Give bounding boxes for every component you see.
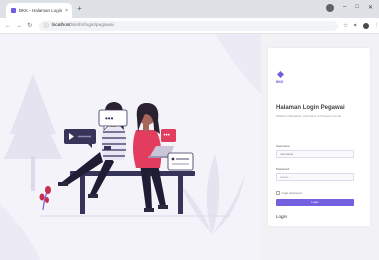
phone (104, 146, 111, 150)
remember-password[interactable]: Ingat password (276, 191, 302, 195)
menu-kebab-icon[interactable]: ⋮ (374, 23, 379, 29)
brand-logo: BKK (276, 70, 286, 84)
login-panel: BKK Halaman Login Pegawai Silahkan Masuk… (261, 34, 379, 260)
red-bubble-text: ••• (164, 133, 170, 139)
browser-tab-bar: BKK - Halaman Login × + – □ ✕ (0, 0, 379, 18)
tab-title: BKK - Halaman Login (19, 8, 63, 13)
window-controls: – □ ✕ (326, 4, 373, 12)
profile-icon[interactable] (326, 4, 334, 12)
url-host: localhost (51, 23, 71, 28)
login-button[interactable]: Login (276, 199, 354, 206)
password-input[interactable] (276, 173, 354, 181)
window-close-button[interactable]: ✕ (368, 4, 373, 12)
login-footer-link[interactable]: Login (276, 214, 287, 219)
toolbar-actions: ☆ ✦ ⋮ (343, 22, 379, 29)
flower-icon (39, 186, 51, 211)
username-input[interactable] (276, 150, 354, 158)
page: ••• ••• BKK Halaman Login Pegawai Silahk… (0, 34, 379, 260)
info-icon[interactable]: ⓘ (44, 22, 49, 29)
bench (70, 171, 195, 214)
url-path: /siinfo/login/pegawai (70, 23, 114, 28)
typing-bubble-text: ••• (105, 114, 114, 123)
new-tab-button[interactable]: + (77, 3, 82, 15)
red-chat-bubble-icon: ••• (161, 129, 176, 142)
corner-decoration-bottom (0, 204, 40, 260)
extensions-icon[interactable]: ✦ (353, 23, 358, 29)
minimize-button[interactable]: – (343, 4, 346, 12)
favicon-icon (11, 8, 16, 13)
message-bubble-icon (167, 152, 194, 171)
login-title: Halaman Login Pegawai (276, 105, 345, 111)
brand-logo-text: BKK (276, 80, 284, 84)
hero-illustration-panel: ••• ••• (0, 34, 261, 260)
reload-icon[interactable]: ↻ (27, 22, 33, 29)
address-bar[interactable]: ⓘ localhost /siinfo/login/pegawai (38, 20, 338, 31)
remember-label: Ingat password (281, 191, 302, 195)
account-avatar[interactable] (362, 22, 369, 29)
login-card: BKK Halaman Login Pegawai Silahkan Masuk… (268, 48, 370, 226)
remember-checkbox[interactable] (276, 191, 280, 195)
password-label: Password (276, 167, 290, 171)
forward-icon[interactable]: → (16, 23, 22, 29)
illustration: ••• ••• (0, 34, 261, 260)
username-label: Username (276, 144, 290, 148)
browser-toolbar: ← → ↻ ⓘ localhost /siinfo/login/pegawai … (0, 18, 379, 34)
video-bubble-icon (64, 129, 96, 148)
login-subtitle: Silahkan Masukkan Username & Password an… (276, 114, 342, 118)
back-icon[interactable]: ← (5, 23, 11, 29)
tab-close-button[interactable]: × (65, 8, 68, 14)
bookmark-star-icon[interactable]: ☆ (343, 23, 348, 29)
brand-logo-icon (276, 70, 285, 79)
corner-decoration (215, 34, 261, 94)
maximize-button[interactable]: □ (355, 4, 359, 12)
tree-icon-left (4, 74, 62, 191)
browser-tab[interactable]: BKK - Halaman Login × (6, 3, 72, 18)
